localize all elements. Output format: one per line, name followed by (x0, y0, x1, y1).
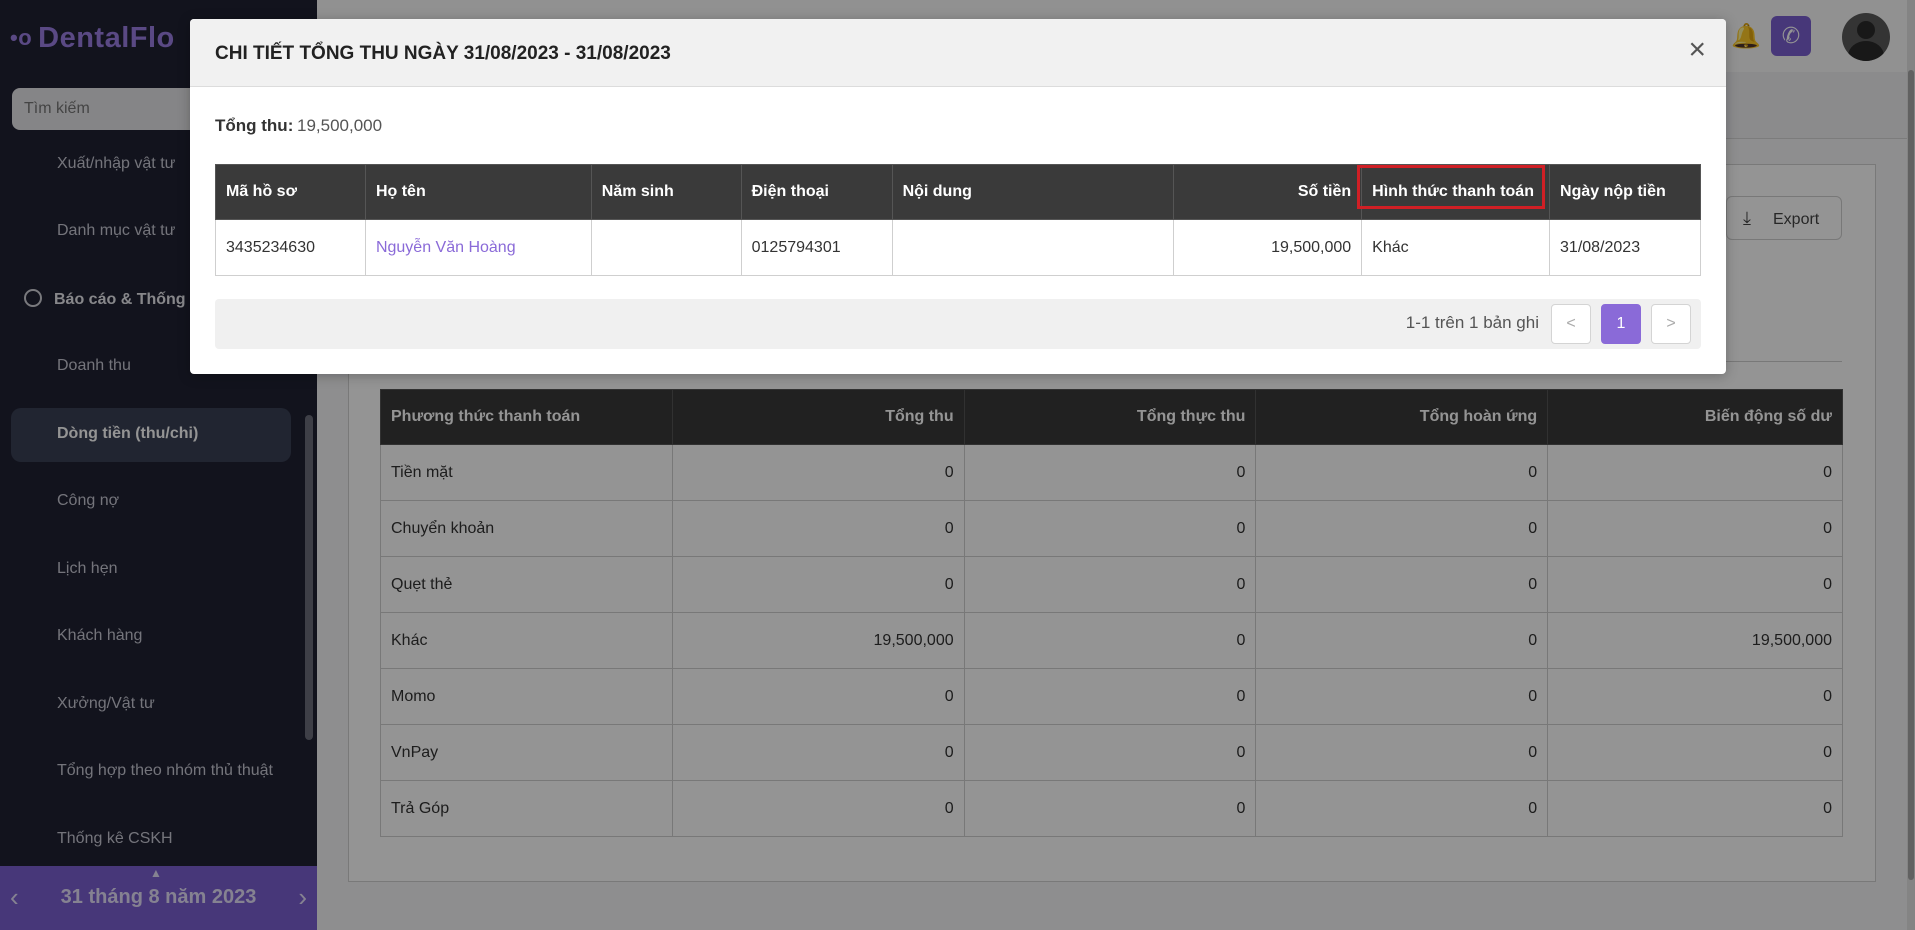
column-header[interactable]: Nội dung (891, 164, 1175, 220)
table-row[interactable]: 3435234630 Nguyễn Văn Hoàng 0125794301 1… (215, 219, 1701, 276)
modal-header: CHI TIẾT TỔNG THU NGÀY 31/08/2023 - 31/0… (190, 19, 1726, 87)
amount-cell: 19,500,000 (1173, 219, 1363, 276)
pagination: 1-1 trên 1 bản ghi < 1 > (215, 299, 1701, 349)
record-id-cell: 3435234630 (215, 219, 366, 276)
total-value: 19,500,000 (297, 116, 383, 135)
payment-date-cell: 31/08/2023 (1549, 219, 1701, 276)
pagination-next-button[interactable]: > (1651, 304, 1691, 344)
close-icon[interactable]: × (1688, 35, 1706, 65)
column-header[interactable]: Năm sinh (590, 164, 742, 220)
pagination-prev-button[interactable]: < (1551, 304, 1591, 344)
patient-name-link[interactable]: Nguyễn Văn Hoàng (364, 219, 592, 276)
pagination-page-button[interactable]: 1 (1601, 304, 1641, 344)
column-header[interactable]: Mã hồ sơ (215, 164, 366, 220)
column-header[interactable]: Họ tên (364, 164, 592, 220)
column-header[interactable]: Ngày nộp tiền (1549, 164, 1701, 220)
total-label: Tổng thu: (215, 116, 294, 135)
payment-method-cell: Khác (1361, 219, 1551, 276)
highlight-box (1357, 165, 1545, 209)
revenue-detail-modal: CHI TIẾT TỔNG THU NGÀY 31/08/2023 - 31/0… (190, 19, 1726, 374)
modal-title: CHI TIẾT TỔNG THU NGÀY 31/08/2023 - 31/0… (215, 43, 671, 64)
pagination-info: 1-1 trên 1 bản ghi (1405, 313, 1539, 332)
column-header[interactable]: Điện thoại (740, 164, 893, 220)
phone-cell: 0125794301 (740, 219, 893, 276)
birth-year-cell (590, 219, 742, 276)
content-cell (891, 219, 1175, 276)
column-header[interactable]: Số tiền (1173, 164, 1363, 220)
